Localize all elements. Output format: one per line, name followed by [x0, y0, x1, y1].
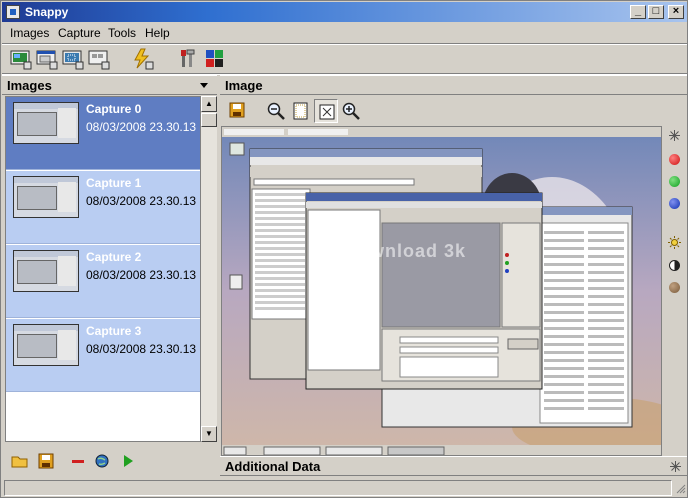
menu-bar: Images Capture Tools Help: [2, 23, 687, 43]
capture-date: 08/03/2008 23.30.13: [86, 120, 197, 134]
brightness-icon[interactable]: [668, 236, 681, 249]
image-panel-header: Image: [220, 75, 687, 95]
chevron-down-icon[interactable]: [199, 82, 209, 90]
red-channel-button[interactable]: [669, 154, 680, 165]
capture-date: 08/03/2008 23.30.13: [86, 342, 197, 356]
pin-icon[interactable]: [668, 129, 681, 142]
capture-name: Capture 0: [86, 102, 142, 116]
menu-capture[interactable]: Capture: [58, 26, 101, 40]
globe-icon[interactable]: [93, 452, 111, 470]
capture-name: Capture 2: [86, 250, 142, 264]
right-toolbar: [664, 126, 686, 456]
settings-tools-icon[interactable]: [178, 48, 200, 70]
status-bar: [2, 478, 687, 497]
images-bottom-toolbar: [5, 448, 217, 474]
minimize-button[interactable]: _: [630, 5, 646, 19]
menu-help[interactable]: Help: [145, 26, 170, 40]
captures-scrollbar[interactable]: ▲ ▼: [201, 96, 217, 442]
main-toolbar: [2, 45, 687, 73]
status-text: [4, 480, 672, 496]
actual-size-icon: [319, 104, 335, 120]
color-palette-icon[interactable]: [204, 48, 226, 70]
capture-thumbnail: [13, 176, 79, 218]
list-item[interactable]: Capture 1 08/03/2008 23.30.13: [6, 171, 200, 244]
flash-capture-icon[interactable]: [132, 48, 154, 70]
capture-name: Capture 1: [86, 176, 142, 190]
list-item[interactable]: Capture 3 08/03/2008 23.30.13: [6, 319, 200, 392]
play-icon[interactable]: [119, 452, 137, 470]
capture-thumbnail: [13, 102, 79, 144]
captures-list[interactable]: Capture 0 08/03/2008 23.30.13 Capture 1 …: [5, 96, 201, 442]
app-icon: [6, 5, 20, 19]
capture-name: Capture 3: [86, 324, 142, 338]
resize-grip-icon[interactable]: [674, 482, 686, 494]
close-button[interactable]: ×: [668, 5, 684, 19]
open-folder-icon[interactable]: [11, 452, 29, 470]
images-panel-title: Images: [7, 78, 52, 93]
capture-date: 08/03/2008 23.30.13: [86, 268, 197, 282]
capture-thumbnail: [13, 250, 79, 292]
save-icon[interactable]: [228, 101, 246, 119]
list-item[interactable]: Capture 0 08/03/2008 23.30.13: [6, 97, 200, 170]
image-preview[interactable]: download 3k: [221, 126, 662, 456]
pin-icon[interactable]: [669, 460, 682, 473]
capture-region-icon[interactable]: [62, 48, 84, 70]
zoom-in-icon[interactable]: [341, 101, 361, 121]
zoom-out-icon[interactable]: [266, 101, 286, 121]
capture-window-icon[interactable]: [36, 48, 58, 70]
capture-screen-icon[interactable]: [10, 48, 32, 70]
capture-object-icon[interactable]: [88, 48, 110, 70]
scroll-thumb[interactable]: [201, 113, 217, 127]
images-panel-header: Images: [2, 75, 217, 95]
remove-icon[interactable]: [69, 452, 87, 470]
additional-data-title: Additional Data: [225, 459, 321, 474]
additional-data-header[interactable]: Additional Data: [220, 456, 687, 476]
maximize-button[interactable]: □: [648, 5, 664, 19]
green-channel-button[interactable]: [669, 176, 680, 187]
save-icon[interactable]: [37, 452, 55, 470]
captured-desktop-image: [222, 127, 661, 455]
title-bar[interactable]: Snappy _ □ ×: [2, 2, 687, 22]
hue-button[interactable]: [669, 282, 680, 293]
capture-date: 08/03/2008 23.30.13: [86, 194, 197, 208]
contrast-icon[interactable]: [668, 259, 681, 272]
watermark-text: download 3k: [346, 241, 467, 261]
fit-page-icon[interactable]: [291, 101, 311, 121]
actual-size-button[interactable]: [314, 99, 338, 123]
window-title: Snappy: [25, 5, 69, 19]
scroll-down-button[interactable]: ▼: [201, 426, 217, 442]
capture-thumbnail: [13, 324, 79, 366]
image-panel-title: Image: [225, 78, 263, 93]
app-window: Snappy _ □ × Images Capture Tools Help I…: [0, 0, 688, 498]
scroll-up-button[interactable]: ▲: [201, 96, 217, 112]
blue-channel-button[interactable]: [669, 198, 680, 209]
list-item[interactable]: Capture 2 08/03/2008 23.30.13: [6, 245, 200, 318]
menu-images[interactable]: Images: [10, 26, 49, 40]
menu-tools[interactable]: Tools: [108, 26, 136, 40]
